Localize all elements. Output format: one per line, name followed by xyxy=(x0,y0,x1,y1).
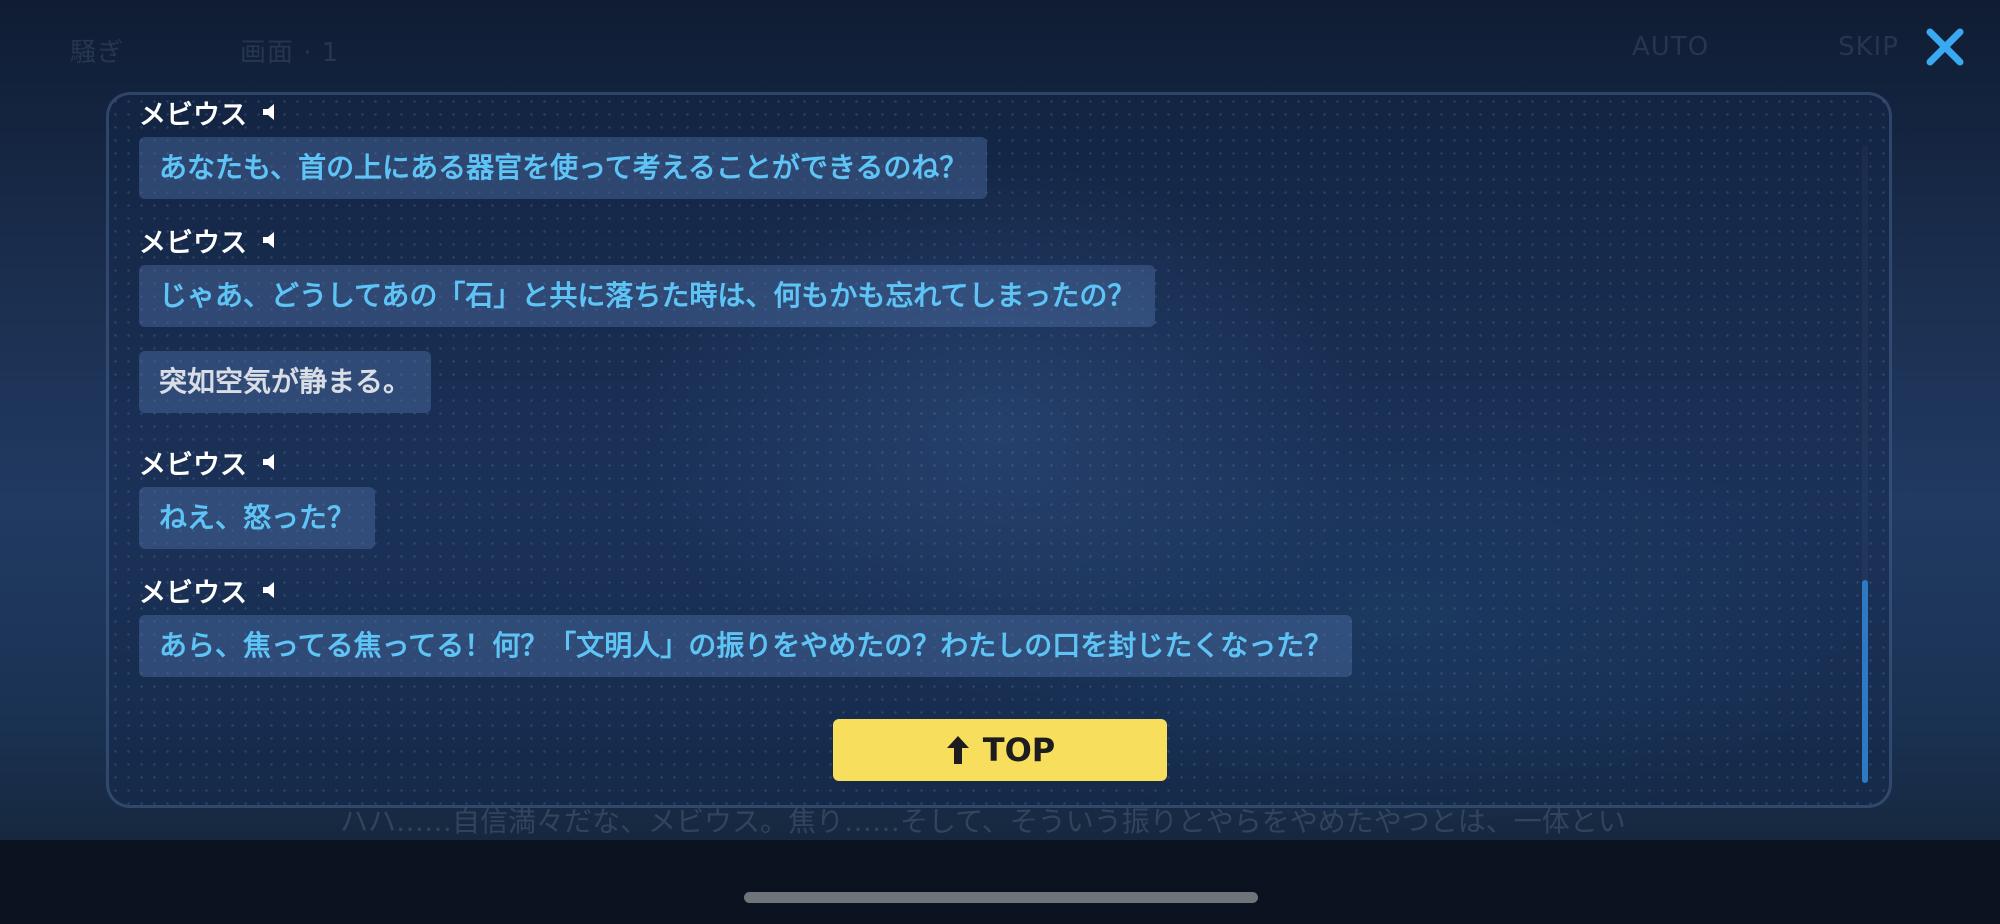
speaker-row: メビウス xyxy=(139,95,987,131)
speaker-row: メビウス xyxy=(139,573,1352,609)
log-entry-narration: 突如空気が静まる。 xyxy=(139,351,432,413)
voice-play-icon[interactable] xyxy=(261,579,283,601)
scroll-to-top-button[interactable]: TOP xyxy=(833,719,1167,781)
dialogue-bubble: あら、焦ってる焦ってる！何？「文明人」の振りをやめたの？わたしの口を封じたくなっ… xyxy=(139,615,1353,677)
header-faded-label-2: 画面 · 1 xyxy=(240,38,340,68)
skip-button[interactable]: SKIP xyxy=(1838,32,1899,72)
arrow-up-icon xyxy=(946,736,969,764)
log-entry: メビウス あら、焦ってる焦ってる！何？「文明人」の振りをやめたの？わたしの口を封… xyxy=(139,573,1353,677)
speaker-name: メビウス xyxy=(139,449,247,481)
header-faded-label-1: 騒ぎ xyxy=(70,38,125,68)
speaker-name: メビウス xyxy=(139,577,247,609)
dialogue-bubble: あなたも、首の上にある器官を使って考えることができるのね？ xyxy=(139,137,988,199)
close-button[interactable] xyxy=(1920,22,1970,72)
speaker-row: メビウス xyxy=(139,223,1155,259)
log-entry: メビウス ねえ、怒った？ xyxy=(139,445,376,549)
log-entry: メビウス じゃあ、どうしてあの「石」と共に落ちた時は、何もかも忘れてしまったの？ xyxy=(139,223,1156,327)
dialogue-bubble: ねえ、怒った？ xyxy=(139,487,376,549)
log-entry: メビウス あなたも、首の上にある器官を使って考えることができるのね？ xyxy=(139,95,988,199)
speaker-name: メビウス xyxy=(139,227,247,259)
speaker-name: メビウス xyxy=(139,99,247,131)
speaker-row: メビウス xyxy=(139,445,375,481)
close-icon xyxy=(1926,28,1964,66)
system-bottom-bar xyxy=(0,840,2000,924)
voice-play-icon[interactable] xyxy=(261,229,283,251)
narration-bubble: 突如空気が静まる。 xyxy=(139,351,432,413)
auto-button[interactable]: AUTO xyxy=(1632,32,1709,72)
voice-play-icon[interactable] xyxy=(261,451,283,473)
top-button-label: TOP xyxy=(982,731,1056,769)
home-indicator[interactable] xyxy=(744,892,1258,903)
scrollbar-thumb[interactable] xyxy=(1862,580,1868,783)
voice-play-icon[interactable] xyxy=(261,101,283,123)
dialogue-bubble: じゃあ、どうしてあの「石」と共に落ちた時は、何もかも忘れてしまったの？ xyxy=(139,265,1156,327)
